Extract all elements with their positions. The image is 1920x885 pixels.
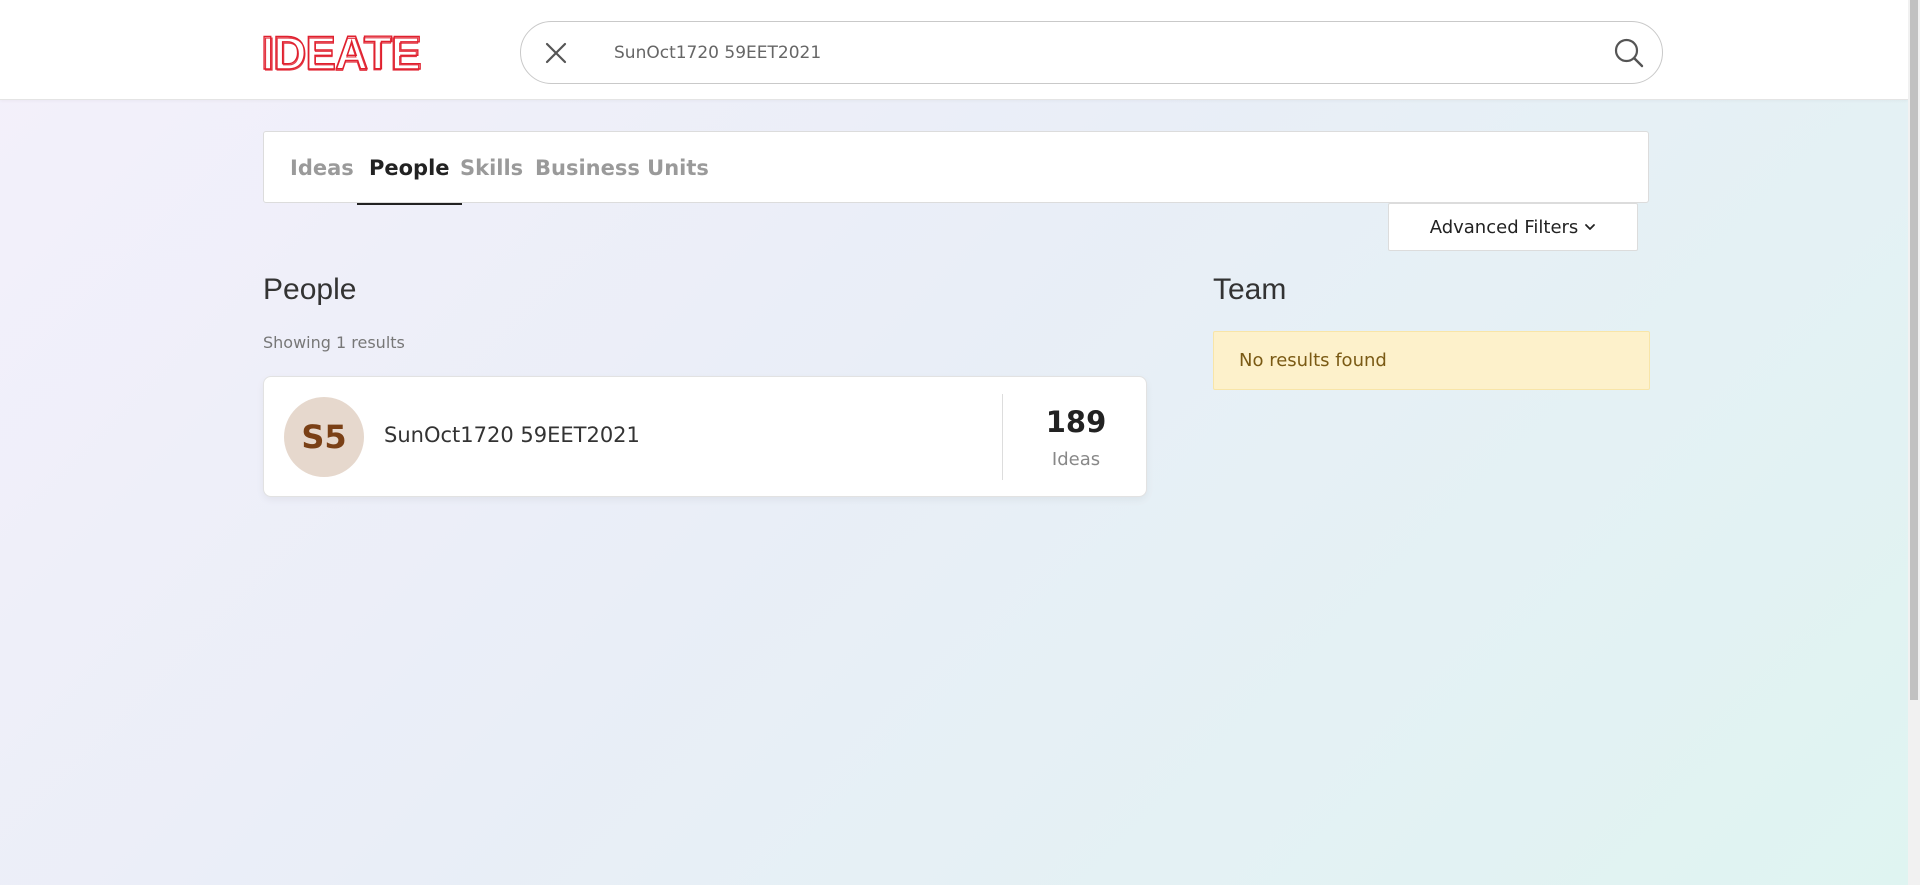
ideate-logo[interactable]: IDEATE IDEATE (261, 32, 421, 72)
search-button[interactable] (1612, 36, 1646, 70)
person-result-card[interactable]: S5 SunOct1720 59EET2021 189 Ideas (263, 376, 1147, 497)
page-scrollbar[interactable] (1908, 0, 1920, 885)
scrollbar-thumb[interactable] (1910, 0, 1918, 700)
ideas-count-label: Ideas (1051, 449, 1101, 470)
logo-outline: IDEATE (263, 32, 420, 72)
no-results-alert: No results found (1213, 331, 1650, 390)
people-section-title: People (263, 273, 357, 306)
search-input[interactable] (614, 36, 1514, 70)
team-section-title: Team (1213, 273, 1287, 306)
advanced-filters-label: Advanced Filters (1429, 216, 1579, 238)
avatar: S5 (284, 397, 364, 477)
search-category-tabs: Ideas People Skills Business Units (263, 131, 1649, 205)
tab-ideas[interactable]: Ideas (290, 132, 354, 204)
top-header: IDEATE IDEATE (0, 0, 1908, 100)
tab-people[interactable]: People (357, 132, 462, 205)
person-name[interactable]: SunOct1720 59EET2021 (384, 423, 640, 447)
advanced-filters-button[interactable]: Advanced Filters (1388, 203, 1638, 251)
search-bar (520, 21, 1663, 84)
search-icon (1614, 38, 1644, 68)
clear-search-button[interactable] (539, 36, 573, 70)
chevron-down-icon (1585, 224, 1596, 230)
card-divider (1002, 394, 1003, 480)
tab-skills[interactable]: Skills (460, 132, 523, 204)
tab-business-units[interactable]: Business Units (535, 132, 709, 204)
results-count-text: Showing 1 results (263, 333, 405, 352)
close-icon (545, 42, 567, 64)
ideas-count: 189 (1045, 405, 1107, 439)
